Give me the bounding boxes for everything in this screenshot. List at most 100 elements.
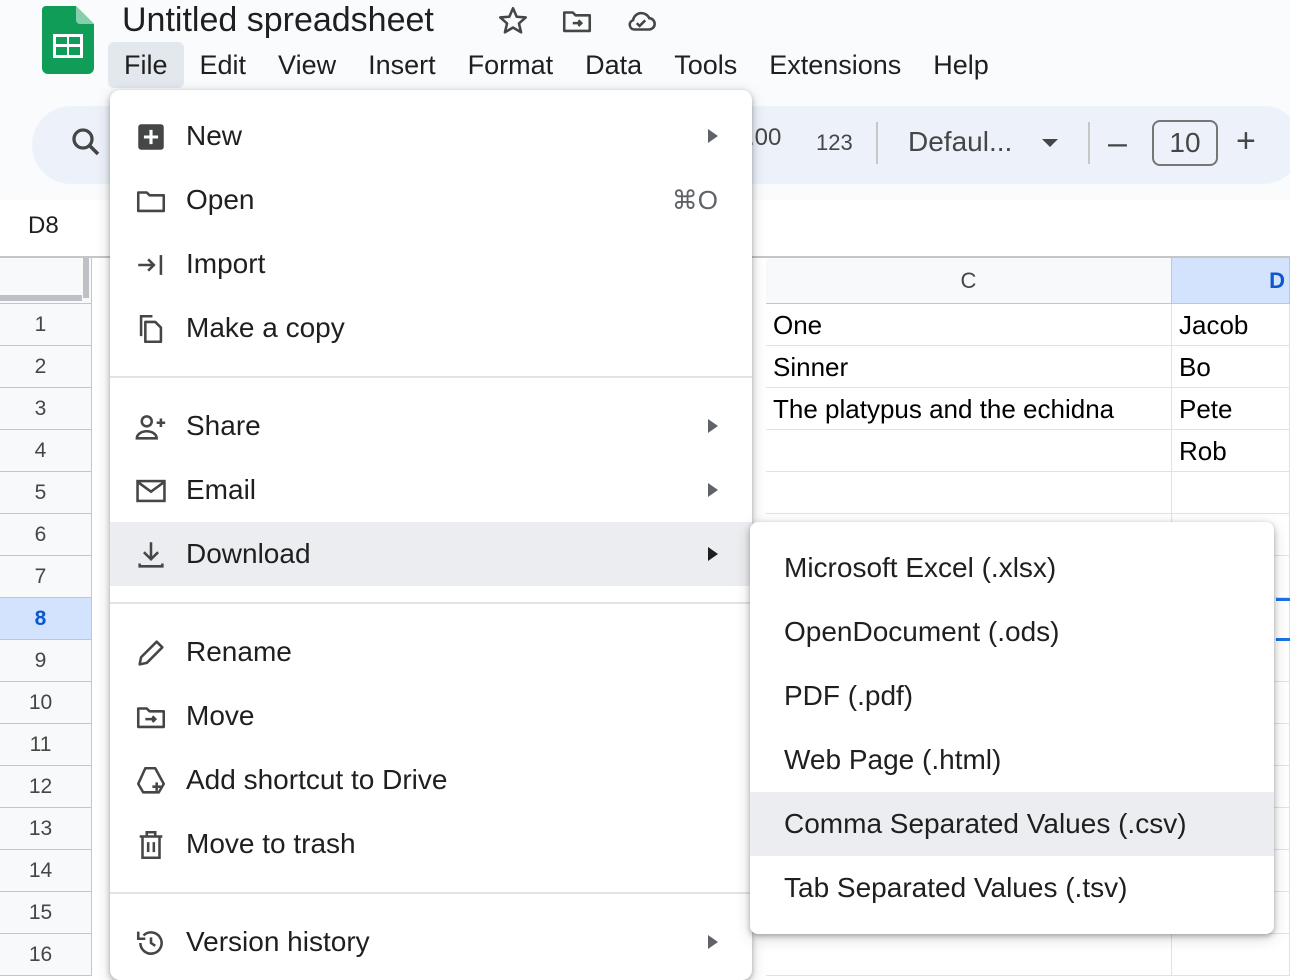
share-person-icon [135, 415, 166, 440]
search-menus-icon[interactable] [68, 124, 104, 160]
menu-edit[interactable]: Edit [184, 42, 263, 88]
submenu-item-label: Tab Separated Values (.tsv) [784, 872, 1128, 903]
cell-d[interactable]: Rob [1172, 430, 1290, 472]
cell-c[interactable]: One [766, 304, 1172, 346]
menu-item-label: Move to trash [186, 828, 356, 859]
document-title[interactable]: Untitled spreadsheet [122, 0, 434, 40]
row-header[interactable]: 6 [0, 514, 92, 556]
increase-font-size-button[interactable]: + [1236, 122, 1256, 160]
row-header[interactable]: 1 [0, 304, 92, 346]
cell-c[interactable]: Sinner [766, 346, 1172, 388]
toolbar-divider [1088, 122, 1090, 164]
menu-item-make-a-copy[interactable]: Make a copy [110, 296, 752, 360]
move-folder-icon[interactable] [560, 4, 594, 38]
font-size-input[interactable]: 10 [1152, 120, 1218, 166]
submenu-item-label: OpenDocument (.ods) [784, 616, 1060, 647]
trash-icon [139, 830, 163, 860]
menu-view[interactable]: View [262, 42, 352, 88]
row-header[interactable]: 2 [0, 346, 92, 388]
menu-item-label: New [186, 120, 243, 151]
menu-item-new[interactable]: New [110, 104, 752, 168]
sheets-logo-icon[interactable] [42, 6, 94, 74]
menu-item-label: Import [186, 248, 266, 279]
download-icon [138, 542, 164, 568]
row-header[interactable]: 3 [0, 388, 92, 430]
menu-item-version-history[interactable]: Version history [110, 910, 752, 974]
menu-item-email[interactable]: Email [110, 458, 752, 522]
download-ods[interactable]: OpenDocument (.ods) [750, 600, 1274, 664]
menu-data[interactable]: Data [569, 42, 658, 88]
cell-d[interactable] [1172, 472, 1290, 514]
row-header[interactable]: 7 [0, 556, 92, 598]
font-family-select[interactable]: Defaul... [908, 126, 1012, 158]
menu-item-rename[interactable]: Rename [110, 620, 752, 684]
menu-item-open[interactable]: Open ⌘O [110, 168, 752, 232]
row-header[interactable]: 10 [0, 682, 92, 724]
cell-c[interactable] [766, 472, 1172, 514]
decrease-font-size-button[interactable]: – [1108, 124, 1127, 162]
drive-shortcut-icon [136, 766, 166, 794]
menu-item-download[interactable]: Download [110, 522, 752, 586]
menu-help[interactable]: Help [917, 42, 1005, 88]
increase-decimal-button[interactable]: .00 [748, 124, 781, 152]
menu-format[interactable]: Format [452, 42, 570, 88]
row-header[interactable]: 9 [0, 640, 92, 682]
menu-item-label: Open [186, 184, 255, 215]
selected-cell-border [1276, 598, 1290, 601]
selected-cell-border [1276, 638, 1290, 641]
cell-d[interactable]: Pete [1172, 388, 1290, 430]
download-pdf[interactable]: PDF (.pdf) [750, 664, 1274, 728]
cloud-status-icon[interactable] [624, 4, 658, 38]
download-tsv[interactable]: Tab Separated Values (.tsv) [750, 856, 1274, 920]
column-header-c[interactable]: C [766, 258, 1172, 304]
menu-item-label: Move [186, 700, 255, 731]
shortcut-hint: ⌘O [671, 185, 718, 215]
chevron-down-icon[interactable] [1040, 136, 1060, 150]
download-xlsx[interactable]: Microsoft Excel (.xlsx) [750, 536, 1274, 600]
menu-insert[interactable]: Insert [352, 42, 452, 88]
email-icon [136, 479, 166, 503]
menu-item-move[interactable]: Move [110, 684, 752, 748]
cell-c[interactable] [766, 430, 1172, 472]
row-header[interactable]: 13 [0, 808, 92, 850]
cell-c[interactable]: The platypus and the echidna [766, 388, 1172, 430]
cell-d[interactable] [1172, 934, 1290, 976]
menu-item-import[interactable]: Import [110, 232, 752, 296]
menu-item-add-shortcut[interactable]: Add shortcut to Drive [110, 748, 752, 812]
menu-divider [110, 892, 752, 894]
cell-d[interactable]: Jacob [1172, 304, 1290, 346]
frozen-column-handle[interactable] [83, 258, 89, 298]
menu-item-label: Rename [186, 636, 292, 667]
menu-bar: File Edit View Insert Format Data Tools … [108, 42, 1005, 88]
row-header[interactable]: 14 [0, 850, 92, 892]
column-header-d[interactable]: D [1172, 258, 1290, 304]
menu-item-move-to-trash[interactable]: Move to trash [110, 812, 752, 876]
row-header[interactable]: 11 [0, 724, 92, 766]
row-header[interactable]: 12 [0, 766, 92, 808]
row-header[interactable]: 5 [0, 472, 92, 514]
number-format-button[interactable]: 123 [816, 130, 853, 156]
menu-item-share[interactable]: Share [110, 394, 752, 458]
row-header[interactable]: 16 [0, 934, 92, 976]
row-header[interactable]: 15 [0, 892, 92, 934]
cell-c[interactable] [766, 934, 1172, 976]
row-header[interactable]: 4 [0, 430, 92, 472]
row-header[interactable]: 8 [0, 598, 92, 640]
name-box[interactable]: D8 [28, 212, 59, 240]
submenu-arrow-icon [708, 419, 718, 433]
cell-d[interactable]: Bo [1172, 346, 1290, 388]
history-icon [136, 931, 163, 955]
submenu-item-label: Microsoft Excel (.xlsx) [784, 552, 1057, 583]
submenu-arrow-icon [708, 935, 718, 949]
submenu-item-label: Web Page (.html) [784, 744, 1002, 775]
download-csv[interactable]: Comma Separated Values (.csv) [750, 792, 1274, 856]
menu-extensions[interactable]: Extensions [753, 42, 917, 88]
star-icon[interactable] [496, 4, 530, 38]
select-all-corner[interactable] [0, 258, 92, 304]
submenu-arrow-icon [708, 483, 718, 497]
frozen-row-handle[interactable] [0, 295, 82, 301]
menu-item-label: Download [186, 538, 311, 569]
menu-file[interactable]: File [108, 42, 184, 88]
download-html[interactable]: Web Page (.html) [750, 728, 1274, 792]
menu-tools[interactable]: Tools [658, 42, 753, 88]
